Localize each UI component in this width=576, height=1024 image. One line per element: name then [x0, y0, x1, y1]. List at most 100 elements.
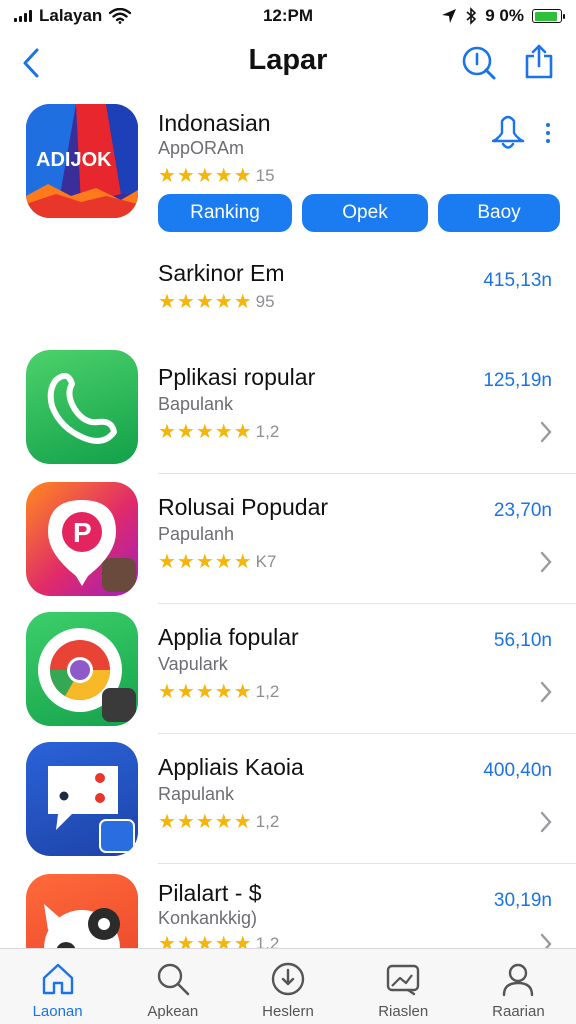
app-subtitle: AppORAm: [158, 138, 245, 158]
status-bar: Lalayan 12:PM 9 0%: [0, 0, 576, 32]
baoy-button[interactable]: Baoy: [438, 194, 560, 232]
app-size: 30,19n: [493, 890, 552, 911]
more-dots-icon: [546, 123, 550, 143]
tab-gallery[interactable]: Riaslen: [346, 949, 461, 1024]
list-item[interactable]: Sarkinor Em ★★★★★ 95 415,13n: [0, 244, 576, 344]
status-time: 12:PM: [262, 6, 314, 25]
search-button[interactable]: [460, 44, 498, 82]
svg-text:P: P: [73, 517, 92, 548]
rating-count: K7: [255, 552, 277, 571]
nav-bar: Lapar: [0, 36, 576, 88]
app-subtitle: Vapulark: [158, 654, 228, 674]
battery-percent: 9 0%: [485, 6, 524, 25]
signal-icon: [14, 10, 32, 22]
chevron-left-icon: [23, 48, 39, 78]
tab-label: Heslern: [262, 1003, 314, 1020]
list-item[interactable]: P Rolusai Popudar Papulanh ★★★★★ K7 23,7…: [0, 474, 576, 604]
app-rating: ★★★★★ 1,2: [158, 422, 279, 442]
app-subtitle: Bapulank: [158, 394, 234, 414]
tab-bar: Laonan Apkean Heslern Riaslen Raarian: [0, 948, 576, 1024]
home-icon: [38, 959, 78, 999]
app-rating: ★★★★★ 1,2: [158, 934, 279, 948]
gallery-icon: [383, 959, 423, 999]
app-name: Applia fopular: [158, 624, 299, 650]
tab-profile[interactable]: Raarian: [461, 949, 576, 1024]
back-button[interactable]: [16, 46, 46, 80]
app-icon: [26, 874, 138, 948]
app-size: 415,13n: [483, 270, 552, 291]
rating-count: 95: [255, 292, 275, 311]
search-icon: [462, 46, 496, 80]
list-item[interactable]: Pilalart - $ Konkankkig) ★★★★★ 1,2 30,19…: [0, 864, 576, 948]
app-name: Indonasian: [158, 110, 271, 136]
tab-download[interactable]: Heslern: [230, 949, 345, 1024]
bell-icon: [491, 115, 525, 149]
app-icon: [26, 742, 138, 856]
rating-count: 15: [255, 166, 275, 185]
app-icon: [26, 350, 138, 464]
rating-stars: ★★★★★: [158, 291, 253, 313]
app-subtitle: Konkankkig): [158, 908, 258, 928]
chat-app-icon: [48, 766, 135, 853]
rating-stars: ★★★★★: [158, 551, 253, 573]
app-icon: P: [26, 482, 138, 596]
share-icon: [525, 44, 553, 79]
rating-stars: ★★★★★: [158, 681, 253, 703]
chevron-right-icon: [540, 811, 552, 833]
app-subtitle: Papulanh: [158, 524, 235, 544]
tab-home[interactable]: Laonan: [0, 949, 115, 1024]
app-rating: ★★★★★ 95: [158, 292, 275, 312]
app-rating: ★★★★★ 1,2: [158, 682, 279, 702]
phone-app-icon: [47, 372, 117, 444]
rating-stars: ★★★★★: [158, 811, 253, 833]
featured-icon-text: ADIJOK: [36, 149, 112, 171]
chevron-right-icon: [540, 681, 552, 703]
tab-label: Laonan: [32, 1003, 83, 1020]
tab-search[interactable]: Apkean: [115, 949, 230, 1024]
app-size: 23,70n: [493, 500, 552, 521]
app-size: 125,19n: [483, 370, 552, 391]
app-rating: ★★★★★ K7: [158, 552, 276, 572]
share-button[interactable]: [520, 42, 558, 82]
bluetooth-icon: [466, 7, 477, 25]
wifi-icon: [109, 8, 132, 24]
app-size: 400,40n: [483, 760, 552, 781]
list-item[interactable]: Appliais Kaoia Rapulank ★★★★★ 1,2 400,40…: [0, 734, 576, 864]
rating-count: 1,2: [255, 682, 280, 701]
carrier-label: Lalayan: [39, 6, 103, 25]
tab-label: Riaslen: [378, 1003, 429, 1020]
app-rating: ★★★★★ 15: [158, 166, 275, 186]
rating-count: 1,2: [255, 934, 280, 948]
ranking-button[interactable]: Ranking: [158, 194, 292, 232]
app-name: Pilalart - $: [158, 880, 262, 906]
person-icon: [498, 959, 538, 999]
pin-app-icon: P: [48, 500, 136, 592]
app-subtitle: Rapulank: [158, 784, 235, 804]
chevron-right-icon: [540, 421, 552, 443]
app-size: 56,10n: [493, 630, 552, 651]
browser-app-icon: [38, 628, 136, 722]
chevron-right-icon: [540, 933, 552, 948]
app-icon: [26, 612, 138, 726]
panda-app-icon: [44, 904, 120, 948]
chevron-right-icon: [540, 551, 552, 573]
tab-label: Apkean: [147, 1003, 199, 1020]
list-item[interactable]: Applia fopular Vapulark ★★★★★ 1,2 56,10n: [0, 604, 576, 734]
notification-bell-button[interactable]: [488, 112, 528, 152]
app-name: Rolusai Popudar: [158, 494, 329, 520]
featured-app-row[interactable]: ADIJOK Indonasian AppORAm ★★★★★ 15 Ranki…: [0, 92, 576, 244]
list-item[interactable]: Pplikasi ropular Bapulank ★★★★★ 1,2 125,…: [0, 344, 576, 474]
rating-stars: ★★★★★: [158, 933, 253, 948]
app-name: Appliais Kaoia: [158, 754, 304, 780]
search-icon: [153, 959, 193, 999]
rating-count: 1,2: [255, 812, 280, 831]
opek-button[interactable]: Opek: [302, 194, 428, 232]
app-list: ADIJOK Indonasian AppORAm ★★★★★ 15 Ranki…: [0, 92, 576, 948]
more-options-button[interactable]: [538, 118, 558, 148]
rating-stars: ★★★★★: [158, 165, 253, 187]
location-icon: [442, 9, 457, 23]
rating-count: 1,2: [255, 422, 280, 441]
app-rating: ★★★★★ 1,2: [158, 812, 279, 832]
battery-icon: [532, 9, 565, 23]
tab-label: Raarian: [492, 1003, 545, 1020]
